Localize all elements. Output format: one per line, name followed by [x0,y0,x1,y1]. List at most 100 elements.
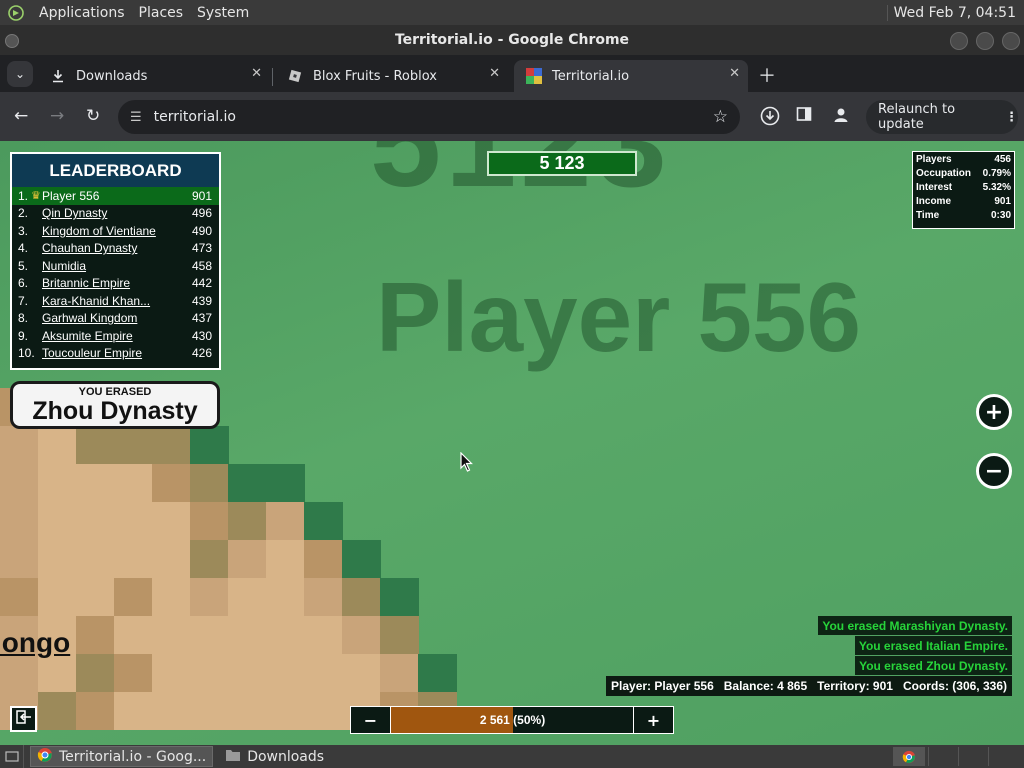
forward-arrow-icon[interactable]: → [50,106,64,126]
new-tab-button[interactable]: ＋ [758,62,776,88]
terrain-tile [190,464,229,502]
show-desktop-icon[interactable] [0,745,24,768]
distro-logo-icon[interactable] [6,3,26,23]
tab-blox-fruits[interactable]: Blox Fruits - Roblox ✕ [275,60,508,92]
leaderboard-row[interactable]: 7. Kara-Khanid Khan... 439 [12,292,219,310]
taskbar-item-downloads[interactable]: Downloads [219,746,330,767]
workspace-3[interactable] [988,747,1018,766]
leaderboard-row: 1. ♛ Player 556 901 [12,187,219,205]
tray-chrome-icon[interactable] [893,747,925,766]
leaderboard-score: 426 [191,346,212,361]
exit-game-button[interactable] [10,706,37,732]
leaderboard-name[interactable]: Kingdom of Vientiane [42,224,156,238]
tab-territorial[interactable]: Territorial.io ✕ [514,60,748,92]
leaderboard-score: 458 [191,258,212,273]
leaderboard-name[interactable]: Numidia [42,259,86,273]
tab-downloads[interactable]: Downloads ✕ [38,60,270,92]
tab-label: Blox Fruits - Roblox [313,68,437,84]
stat-value: 901 [994,196,1011,207]
reload-icon[interactable]: ↻ [86,106,100,126]
leaderboard-row[interactable]: 4. Chauhan Dynasty 473 [12,240,219,258]
profile-icon[interactable] [832,106,850,128]
relaunch-button[interactable]: Relaunch to update ⋮ [866,100,1018,134]
leaderboard-name[interactable]: Britannic Empire [42,276,130,290]
terrain-tile [114,654,153,692]
bookmark-star-icon[interactable]: ☆ [713,107,728,127]
leaderboard-rank: 5. [18,258,29,273]
troop-ratio-slider[interactable]: − 2 561 (50%) + [350,706,674,734]
workspace-2[interactable] [958,747,988,766]
terrain-tile [38,426,77,464]
leaderboard-rank: 2. [18,206,29,221]
browser-toolbar: ← → ↻ ☰ territorial.io ☆ Relaunch to upd… [0,92,1024,141]
maximize-button[interactable] [976,32,994,50]
terrain-tile [304,692,343,730]
leaderboard-row[interactable]: 8. Garhwal Kingdom 437 [12,310,219,328]
terrain-tile [342,616,381,654]
leaderboard-name[interactable]: Aksumite Empire [42,329,133,343]
leaderboard-rank: 10. [18,346,35,361]
slider-label: 2 561 (50%) [479,713,546,727]
stat-value: 5.32% [982,182,1011,193]
slider-track[interactable]: 2 561 (50%) [391,707,634,733]
terrain-tile [38,578,77,616]
leaderboard-name[interactable]: Chauhan Dynasty [42,241,137,255]
stat-label: Time [916,210,940,221]
menu-system[interactable]: System [190,5,256,21]
more-vert-icon[interactable]: ⋮ [1005,110,1018,125]
leaderboard-name[interactable]: Qin Dynasty [42,206,107,220]
taskbar-item-chrome[interactable]: Territorial.io - Goog... [30,746,214,767]
decrease-ratio-button[interactable]: − [351,707,391,733]
leaderboard-name[interactable]: Toucouleur Empire [42,346,142,360]
back-arrow-icon[interactable]: ← [14,106,28,126]
site-info-icon[interactable]: ☰ [130,110,142,125]
minimize-button[interactable] [950,32,968,50]
leaderboard-rank: 9. [18,328,29,343]
increase-ratio-button[interactable]: + [633,707,673,733]
terrain-tile [266,578,305,616]
close-window-button[interactable] [1002,32,1020,50]
stat-label: Occupation [916,168,972,179]
tab-strip: ⌄ Downloads ✕ Blox Fruits - Roblox ✕ Ter… [0,55,1024,92]
terrain-tile [0,578,39,616]
menu-places[interactable]: Places [132,5,191,21]
window-menu-button[interactable] [5,34,19,48]
terrain-tile [342,578,381,616]
system-clock[interactable]: Wed Feb 7, 04:51 [886,4,1024,21]
roblox-icon [287,68,303,84]
leaderboard-row[interactable]: 3. Kingdom of Vientiane 490 [12,222,219,240]
game-canvas[interactable]: 5123 Player 556 longo LEADERBOARD 1. ♛ Pla… [0,141,1024,745]
workspace-1[interactable] [928,747,958,766]
tab-search-button[interactable]: ⌄ [7,61,33,87]
terrain-tile [114,426,153,464]
side-panel-icon[interactable] [796,106,812,126]
leaderboard-row[interactable]: 9. Aksumite Empire 430 [12,327,219,345]
leaderboard-row[interactable]: 5. Numidia 458 [12,257,219,275]
window-title: Territorial.io - Google Chrome [394,32,630,48]
terrain-tile [228,540,267,578]
zoom-in-button[interactable]: + [976,394,1012,430]
terrain-tile [76,654,115,692]
leaderboard-name[interactable]: Kara-Khanid Khan... [42,294,150,308]
close-icon[interactable]: ✕ [729,66,740,81]
leaderboard-row[interactable]: 2. Qin Dynasty 496 [12,205,219,223]
zoom-out-button[interactable]: − [976,453,1012,489]
close-icon[interactable]: ✕ [489,66,500,81]
terrain-tile [266,692,305,730]
event-message: You erased Zhou Dynasty. [855,656,1012,675]
leaderboard-row[interactable]: 10. Toucouleur Empire 426 [12,345,219,363]
leaderboard-score: 442 [191,276,212,291]
terrain-tile [152,692,191,730]
terrain-tile [266,464,305,502]
leaderboard-name[interactable]: Garhwal Kingdom [42,311,137,325]
close-icon[interactable]: ✕ [251,66,262,81]
terrain-tile [342,654,381,692]
leaderboard-row[interactable]: 6. Britannic Empire 442 [12,275,219,293]
downloads-icon[interactable] [760,106,780,130]
url-text[interactable]: territorial.io [154,109,236,125]
tab-label: Territorial.io [552,68,630,84]
tab-label: Downloads [76,68,148,84]
address-bar[interactable]: ☰ territorial.io ☆ [118,100,740,134]
stat-label: Players [916,154,952,165]
menu-applications[interactable]: Applications [32,5,132,21]
